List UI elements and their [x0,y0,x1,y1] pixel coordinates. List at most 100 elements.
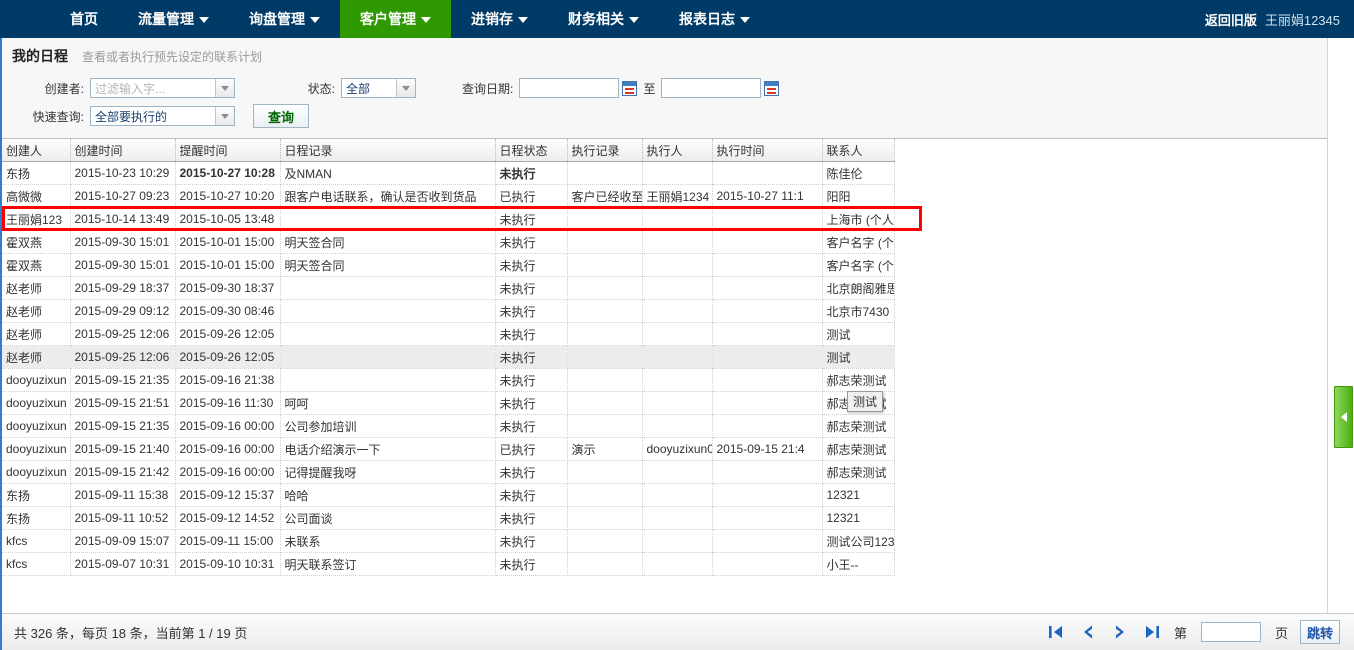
status-select[interactable]: 全部 [341,78,416,98]
cell-remind-time: 2015-09-12 15:37 [175,483,281,507]
cell-creator[interactable]: 高微微 [2,184,71,208]
column-header-5[interactable]: 执行记录 [567,139,643,162]
nav-item-0[interactable]: 首页 [50,0,118,38]
quick-query-select[interactable]: 全部要执行的 [90,106,235,126]
cell-creator[interactable]: 王丽娟123 [2,207,71,231]
cell-creator[interactable]: dooyuzixun [2,368,71,392]
current-user-label: 王丽娟12345 [1264,12,1340,28]
nav-item-1[interactable]: 流量管理 [118,0,229,38]
nav-item-6[interactable]: 报表日志 [659,0,770,38]
column-header-1[interactable]: 创建时间 [70,139,176,162]
cell-exec-time [712,276,823,300]
creator-select[interactable]: 过滤输入字... [90,78,235,98]
cell-status: 未执行 [495,391,568,415]
table-row[interactable]: dooyuzixun 2015-09-15 21:35 2015-09-16 00:… [2,414,895,438]
return-old-version-link[interactable]: 返回旧版 [1205,10,1257,29]
cell-exec-by [642,207,713,231]
last-page-button[interactable] [1142,622,1162,642]
cell-contact: 测试 [822,322,895,346]
table-row[interactable]: dooyuzixun 2015-09-15 21:40 2015-09-16 00:… [2,437,895,461]
table-row[interactable]: 霍双燕 2015-09-30 15:01 2015-10-01 15:00 明天签合同… [2,253,895,277]
cell-contact: 测试 [822,345,895,369]
table-row[interactable]: 王丽娟123 2015-10-14 13:49 2015-10-05 13:48 未执… [2,207,895,231]
nav-item-4[interactable]: 进销存 [451,0,548,38]
next-page-button[interactable] [1110,622,1130,642]
table-row[interactable]: 赵老师 2015-09-25 12:06 2015-09-26 12:05 未执行 测试 [2,322,895,346]
column-header-0[interactable]: 创建人 [2,139,71,162]
cell-creator[interactable]: kfcs [2,529,71,553]
page-frame: 我的日程 查看或者执行预先设定的联系计划 创建者: 过滤输入字... 状态: 全… [0,38,1354,650]
nav-item-5[interactable]: 财务相关 [548,0,659,38]
table-row[interactable]: dooyuzixun 2015-09-15 21:42 2015-09-16 00:… [2,460,895,484]
cell-creator[interactable]: 赵老师 [2,322,71,346]
table-row[interactable]: 东扬 2015-09-11 15:38 2015-09-12 15:37 哈哈 未执行 1… [2,483,895,507]
first-page-button[interactable] [1046,622,1066,642]
cell-note: 哈哈 [280,483,496,507]
column-header-4[interactable]: 日程状态 [495,139,568,162]
column-header-6[interactable]: 执行人 [642,139,713,162]
nav-item-2[interactable]: 询盘管理 [229,0,340,38]
cell-exec-by [642,506,713,530]
date-to-input[interactable] [661,78,762,98]
cell-exec-note [567,345,643,369]
cell-creator[interactable]: 东扬 [2,161,71,185]
cell-contact: 郝志荣测试 [822,414,895,438]
column-header-2[interactable]: 提醒时间 [175,139,281,162]
page-number-input[interactable] [1200,622,1261,642]
prev-page-button[interactable] [1078,622,1098,642]
query-button[interactable]: 查询 [253,104,309,128]
cell-tooltip: 测试 [847,391,884,412]
cell-creator[interactable]: 赵老师 [2,276,71,300]
chevron-down-icon [421,17,431,23]
cell-creator[interactable]: 赵老师 [2,299,71,323]
cell-exec-time [712,253,823,277]
calendar-icon[interactable] [622,80,638,96]
table-row[interactable]: kfcs 2015-09-07 10:31 2015-09-10 10:31 明天联系… [2,552,895,576]
cell-note: 明天联系签订 [280,552,496,576]
status-label: 状态: [307,81,335,96]
table-row[interactable]: dooyuzixun 2015-09-15 21:51 2015-09-16 11:… [2,391,895,415]
cell-remind-time: 2015-09-16 00:00 [175,460,281,484]
calendar-icon[interactable] [764,80,780,96]
cell-exec-note [567,460,643,484]
cell-contact: 陈佳伦 [822,161,895,185]
table-row[interactable]: 赵老师 2015-09-25 12:06 2015-09-26 12:05 未执行 测试 [2,345,895,369]
cell-creator[interactable]: 东扬 [2,483,71,507]
jump-button[interactable]: 跳转 [1299,620,1340,644]
cell-exec-note [567,414,643,438]
cell-creator[interactable]: 霍双燕 [2,230,71,254]
cell-note [280,299,496,323]
date-from-input[interactable] [519,78,620,98]
chevron-down-icon [199,17,209,23]
table-row[interactable]: 霍双燕 2015-09-30 15:01 2015-10-01 15:00 明天签合同… [2,230,895,254]
cell-exec-time [712,529,823,553]
cell-creator[interactable]: 赵老师 [2,345,71,369]
column-header-3[interactable]: 日程记录 [280,139,496,162]
table-row[interactable]: 东扬 2015-10-23 10:29 2015-10-27 10:28 及NMAN 未… [2,161,895,185]
cell-creator[interactable]: dooyuzixun [2,437,71,461]
table-row[interactable]: kfcs 2015-09-09 15:07 2015-09-11 15:00 未联系未… [2,529,895,553]
cell-exec-note: 演示 [567,437,643,461]
table-row[interactable]: 赵老师 2015-09-29 09:12 2015-09-30 08:46 未执行 北京… [2,299,895,323]
table-row[interactable]: 赵老师 2015-09-29 18:37 2015-09-30 18:37 未执行 北京… [2,276,895,300]
column-header-8[interactable]: 联系人 [822,139,895,162]
column-header-7[interactable]: 执行时间 [712,139,823,162]
cell-exec-time [712,506,823,530]
sidebar-toggle-button[interactable] [1334,386,1353,448]
table-row[interactable]: 东扬 2015-09-11 10:52 2015-09-12 14:52 公司面谈 未执… [2,506,895,530]
cell-exec-time [712,345,823,369]
cell-exec-note [567,299,643,323]
cell-creator[interactable]: dooyuzixun [2,414,71,438]
cell-creator[interactable]: dooyuzixun [2,391,71,415]
nav-item-3[interactable]: 客户管理 [340,0,451,45]
table-row[interactable]: dooyuzixun 2015-09-15 21:35 2015-09-16 21:… [2,368,895,392]
cell-status: 已执行 [495,184,568,208]
cell-creator[interactable]: dooyuzixun [2,460,71,484]
cell-exec-by [642,460,713,484]
cell-creator[interactable]: 东扬 [2,506,71,530]
cell-exec-by [642,552,713,576]
cell-creator[interactable]: 霍双燕 [2,253,71,277]
table-row[interactable]: 高微微 2015-10-27 09:23 2015-10-27 10:20 跟客户电话… [2,184,895,208]
cell-exec-note [567,483,643,507]
cell-creator[interactable]: kfcs [2,552,71,576]
